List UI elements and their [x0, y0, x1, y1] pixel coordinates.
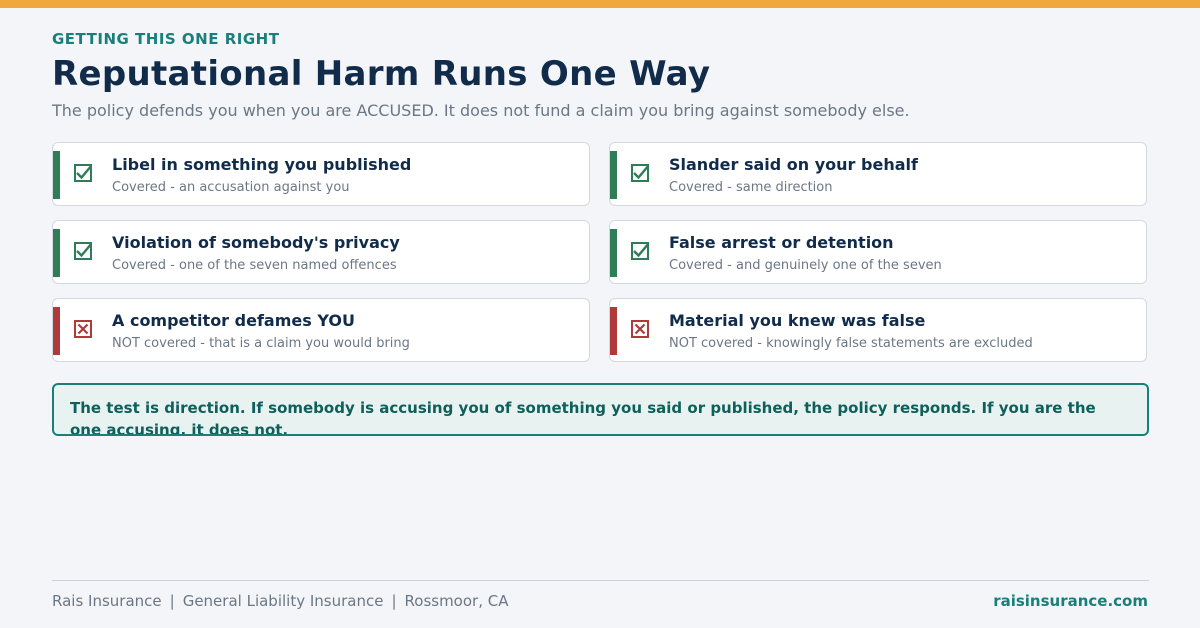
card-description: Covered - and genuinely one of the seven: [669, 258, 942, 273]
status-bar: [53, 151, 60, 199]
footer-company: Rais Insurance: [52, 592, 162, 610]
eyebrow-label: GETTING THIS ONE RIGHT: [52, 30, 280, 48]
check-icon: [74, 242, 92, 260]
coverage-card-slander: Slander said on your behalf Covered - sa…: [609, 142, 1147, 206]
footer-divider: [52, 580, 1149, 581]
coverage-card-knowingly-false: Material you knew was false NOT covered …: [609, 298, 1147, 362]
status-bar: [53, 307, 60, 355]
footer-separator: |: [391, 592, 397, 610]
card-description: Covered - same direction: [669, 180, 833, 195]
card-description: Covered - an accusation against you: [112, 180, 350, 195]
coverage-card-privacy: Violation of somebody's privacy Covered …: [52, 220, 590, 284]
card-description: NOT covered - that is a claim you would …: [112, 336, 410, 351]
check-icon: [631, 164, 649, 182]
card-description: Covered - one of the seven named offence…: [112, 258, 397, 273]
x-icon: [631, 320, 649, 338]
footer-location: Rossmoor, CA: [404, 592, 509, 610]
card-title: Material you knew was false: [669, 311, 926, 330]
status-bar: [610, 307, 617, 355]
footer-info: Rais Insurance | General Liability Insuran…: [52, 592, 508, 610]
coverage-card-competitor: A competitor defames YOU NOT covered - t…: [52, 298, 590, 362]
footer-line-of-business: General Liability Insurance: [182, 592, 384, 610]
status-bar: [53, 229, 60, 277]
coverage-card-libel: Libel in something you published Covered…: [52, 142, 590, 206]
top-accent-bar: [0, 0, 1200, 8]
check-icon: [631, 242, 649, 260]
page-subtitle: The policy defends you when you are ACCU…: [52, 101, 910, 120]
status-bar: [610, 151, 617, 199]
card-title: A competitor defames YOU: [112, 311, 355, 330]
card-title: Libel in something you published: [112, 155, 412, 174]
footer-separator: |: [169, 592, 175, 610]
check-icon: [74, 164, 92, 182]
callout-text: The test is direction. If somebody is ac…: [70, 399, 1096, 436]
x-icon: [74, 320, 92, 338]
coverage-card-false-arrest: False arrest or detention Covered - and …: [609, 220, 1147, 284]
card-description: NOT covered - knowingly false statements…: [669, 336, 1033, 351]
card-title: False arrest or detention: [669, 233, 894, 252]
page-title: Reputational Harm Runs One Way: [52, 54, 711, 94]
card-title: Violation of somebody's privacy: [112, 233, 400, 252]
footer-website-link[interactable]: raisinsurance.com: [993, 592, 1148, 610]
status-bar: [610, 229, 617, 277]
direction-test-callout: The test is direction. If somebody is ac…: [52, 383, 1149, 436]
card-title: Slander said on your behalf: [669, 155, 918, 174]
